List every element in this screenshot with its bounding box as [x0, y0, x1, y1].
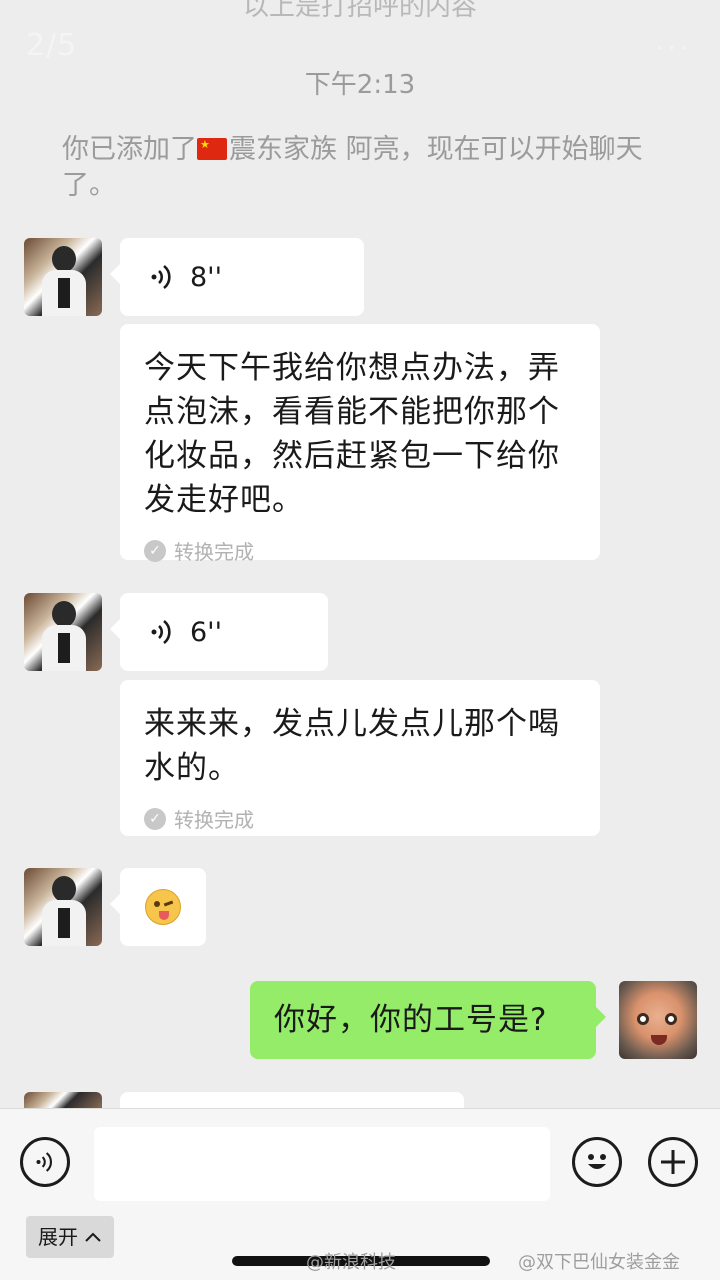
- more-functions-button[interactable]: [648, 1137, 698, 1187]
- contact-avatar[interactable]: [24, 238, 102, 316]
- check-circle-icon: ✓: [144, 807, 166, 830]
- my-avatar[interactable]: [619, 981, 697, 1059]
- expand-button[interactable]: 展开: [26, 1216, 114, 1258]
- china-flag-icon: [197, 138, 227, 160]
- conversion-status: ✓ 转换完成: [144, 536, 574, 565]
- smiley-icon: [588, 1154, 606, 1169]
- contact-avatar[interactable]: [24, 593, 102, 671]
- voice-wave-icon: [151, 264, 171, 290]
- system-message-prefix: 你已添加了: [62, 134, 197, 165]
- expand-label: 展开: [38, 1225, 78, 1249]
- voice-message-bubble[interactable]: 6'': [110, 593, 328, 671]
- message-bubble-partial: [120, 1092, 464, 1108]
- plus-icon: [661, 1150, 685, 1174]
- message-input[interactable]: [94, 1127, 550, 1201]
- voice-input-icon: [36, 1152, 53, 1172]
- previous-content-cut-text: 以上是打招呼的内容: [242, 0, 477, 22]
- page-indicator: 2/5: [26, 28, 78, 63]
- system-message: 你已添加了震东家族 阿亮，现在可以开始聊天了。: [62, 132, 672, 204]
- voice-duration: 6'': [190, 616, 223, 648]
- conversion-status: ✓ 转换完成: [144, 804, 574, 833]
- voice-message-bubble[interactable]: 8'': [110, 238, 364, 316]
- check-circle-icon: ✓: [144, 539, 166, 562]
- outgoing-text-bubble[interactable]: 你好，你的工号是?: [250, 981, 606, 1059]
- voice-input-button[interactable]: [20, 1137, 70, 1187]
- chat-timestamp: 下午2:13: [304, 70, 416, 100]
- voice-wave-icon: [151, 619, 171, 645]
- emoji-button[interactable]: [572, 1137, 622, 1187]
- watermark-right: @双下巴仙女装金金: [518, 1252, 680, 1273]
- more-options-button[interactable]: ···: [655, 34, 692, 64]
- wink-tongue-emoji-icon: [145, 889, 181, 925]
- voice-duration: 8'': [190, 261, 223, 293]
- contact-name: 震东家族 阿亮: [229, 134, 400, 165]
- chevron-up-icon: [85, 1232, 101, 1242]
- conversion-status-text: 转换完成: [174, 808, 254, 832]
- voice-transcript-card[interactable]: 今天下午我给你想点办法，弄点泡沫，看看能不能把你那个化妆品，然后赶紧包一下给你发…: [120, 324, 600, 564]
- conversion-status-text: 转换完成: [174, 540, 254, 564]
- transcript-text: 来来来，发点儿发点儿那个喝水的。: [144, 706, 560, 786]
- contact-avatar[interactable]: [24, 868, 102, 946]
- contact-avatar-partial: [24, 1092, 102, 1108]
- transcript-text: 今天下午我给你想点办法，弄点泡沫，看看能不能把你那个化妆品，然后赶紧包一下给你发…: [144, 350, 560, 518]
- voice-transcript-card[interactable]: 来来来，发点儿发点儿那个喝水的。 ✓ 转换完成: [120, 680, 600, 836]
- emoji-message-bubble[interactable]: [110, 868, 206, 946]
- watermark-left: @新浪科技: [306, 1252, 396, 1273]
- outgoing-message-text: 你好，你的工号是?: [274, 1002, 548, 1038]
